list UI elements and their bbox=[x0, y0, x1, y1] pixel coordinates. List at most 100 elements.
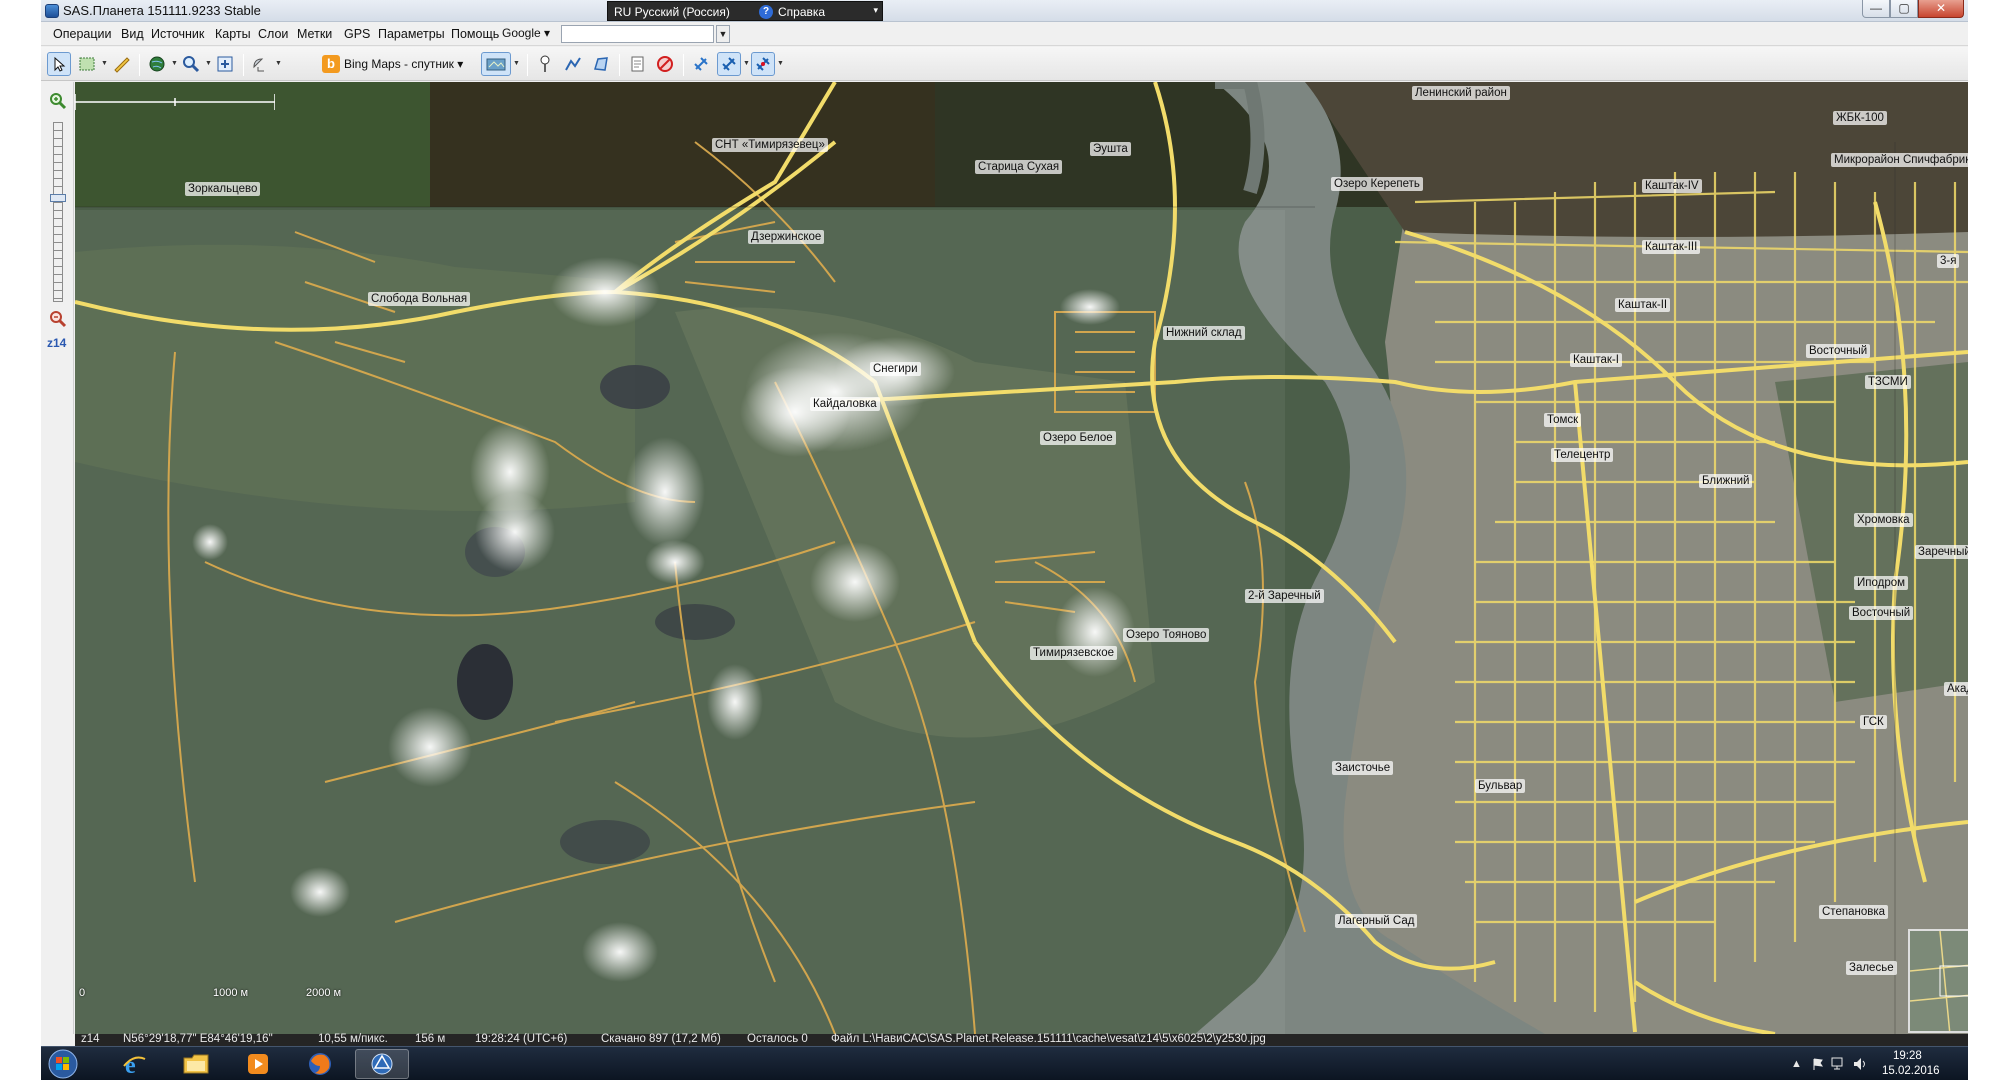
taskbar-internet-explorer[interactable]: e bbox=[107, 1049, 161, 1079]
place-label: Восточный bbox=[1849, 606, 1914, 620]
select-tool-button[interactable] bbox=[47, 52, 71, 76]
gps-satellite-icon bbox=[694, 57, 708, 71]
hide-placemarks-button[interactable] bbox=[653, 52, 677, 76]
zoom-tool-dropdown-icon[interactable]: ▼ bbox=[205, 60, 212, 67]
zoom-panel: z14 bbox=[41, 82, 74, 1034]
taskbar-clock-date[interactable]: 15.02.2016 bbox=[1882, 1065, 1940, 1077]
zoom-level-label: z14 bbox=[47, 336, 67, 350]
gps-track-icon bbox=[722, 57, 736, 71]
magnifier-icon bbox=[183, 56, 200, 73]
language-bar-options-icon[interactable]: ▾ bbox=[873, 5, 878, 16]
taskbar-explorer[interactable] bbox=[169, 1049, 223, 1079]
placemark-pin-icon bbox=[540, 55, 550, 72]
placemarks-manager-button[interactable] bbox=[625, 52, 649, 76]
scale-label-end: 2000 м bbox=[306, 987, 342, 999]
region-select-button[interactable] bbox=[75, 52, 99, 76]
language-indicator[interactable]: RU Русский (Россия) bbox=[614, 5, 730, 19]
menu-marks[interactable]: Метки bbox=[297, 27, 332, 41]
add-path-button[interactable] bbox=[561, 52, 585, 76]
place-label: Каштак-I bbox=[1570, 353, 1622, 367]
status-zoom: z14 bbox=[81, 1033, 100, 1045]
place-label: СНТ «Тимирязевец» bbox=[712, 138, 828, 152]
place-label: Степановка bbox=[1819, 905, 1888, 919]
place-label: Дзержинское bbox=[748, 230, 825, 244]
layers-button[interactable] bbox=[481, 52, 511, 76]
title-bar[interactable]: SAS.Планета 151111.9233 Stable RU Русски… bbox=[41, 0, 1968, 22]
place-label: Снегири bbox=[870, 362, 921, 376]
satellite-dish-icon bbox=[253, 58, 264, 72]
help-icon[interactable]: ? bbox=[759, 5, 773, 19]
layers-dropdown-icon[interactable]: ▼ bbox=[513, 60, 520, 67]
taskbar-sas-planet[interactable] bbox=[355, 1049, 409, 1079]
search-input[interactable] bbox=[561, 25, 714, 43]
globe-dropdown-icon[interactable]: ▼ bbox=[171, 60, 178, 67]
menu-source[interactable]: Источник bbox=[151, 27, 204, 41]
maximize-button[interactable]: ▢ bbox=[1890, 0, 1918, 18]
globe-button[interactable] bbox=[145, 52, 169, 76]
place-label: Телецентр bbox=[1551, 448, 1614, 462]
bing-maps-icon[interactable]: b bbox=[322, 55, 340, 73]
network-icon[interactable] bbox=[1831, 1057, 1847, 1071]
gps-connect-button[interactable] bbox=[689, 52, 713, 76]
gps-track-button[interactable] bbox=[717, 52, 741, 76]
add-placemark-button[interactable] bbox=[533, 52, 557, 76]
help-button[interactable]: Справка bbox=[778, 5, 825, 19]
place-label: 3-я bbox=[1937, 254, 1960, 268]
placemarks-list-icon bbox=[631, 56, 644, 72]
status-downloaded: Скачано 897 (17,2 Мб) bbox=[601, 1033, 721, 1045]
menu-layers[interactable]: Слои bbox=[258, 27, 288, 41]
place-label: Озеро Тояново bbox=[1123, 628, 1210, 642]
scale-bar bbox=[75, 94, 275, 110]
status-remaining: Осталось 0 bbox=[747, 1033, 808, 1045]
gps-center-dropdown-icon[interactable]: ▼ bbox=[777, 60, 784, 67]
ruler-button[interactable] bbox=[109, 52, 133, 76]
start-button[interactable] bbox=[43, 1048, 83, 1080]
mini-map[interactable] bbox=[1908, 929, 1968, 1033]
action-center-flag-icon[interactable] bbox=[1811, 1057, 1825, 1071]
taskbar-clock-time[interactable]: 19:28 bbox=[1893, 1050, 1922, 1062]
taskbar-firefox[interactable] bbox=[293, 1049, 347, 1079]
zoom-slider-thumb[interactable] bbox=[50, 194, 66, 202]
place-label: ЖБК-100 bbox=[1833, 111, 1887, 125]
gps-track-dropdown-icon[interactable]: ▼ bbox=[743, 60, 750, 67]
menu-gps[interactable]: GPS bbox=[344, 27, 370, 41]
minimize-button[interactable]: — bbox=[1862, 0, 1890, 18]
place-label: Каштак-IV bbox=[1642, 179, 1702, 193]
place-label: Заисточье bbox=[1332, 761, 1394, 775]
close-button[interactable]: ✕ bbox=[1918, 0, 1964, 18]
menu-view[interactable]: Вид bbox=[121, 27, 144, 41]
gps-center-icon bbox=[756, 57, 770, 71]
zoom-out-icon[interactable] bbox=[49, 310, 67, 328]
add-polygon-button[interactable] bbox=[589, 52, 613, 76]
ruler-icon bbox=[114, 57, 130, 73]
map-source-dropdown[interactable]: Bing Maps - спутник ▾ bbox=[344, 57, 463, 71]
language-bar[interactable]: RU Русский (Россия) ? Справка ▾ bbox=[607, 1, 883, 21]
app-globe-icon bbox=[45, 4, 59, 18]
zoom-in-icon[interactable] bbox=[49, 92, 67, 110]
scale-label-mid: 1000 м bbox=[213, 987, 249, 999]
zoom-slider-track[interactable] bbox=[53, 122, 63, 302]
region-select-dropdown-icon[interactable]: ▼ bbox=[101, 60, 108, 67]
map-viewport[interactable]: Ленинский район ЖБК-100 Микрорайон Спичф… bbox=[75, 82, 1968, 1034]
search-dropdown-button[interactable]: ▼ bbox=[716, 25, 730, 43]
place-label: Слобода Вольная bbox=[368, 292, 471, 306]
fullscreen-button[interactable] bbox=[213, 52, 237, 76]
windows-taskbar: e ▲ 19:28 15.02.2016 bbox=[41, 1046, 1968, 1080]
menu-operations[interactable]: Операции bbox=[53, 27, 111, 41]
search-provider-dropdown[interactable]: Google ▾ bbox=[502, 26, 550, 40]
menu-bar: Операции Вид Источник Карты Слои Метки G… bbox=[41, 22, 1968, 46]
gps-center-button[interactable] bbox=[751, 52, 775, 76]
zoom-tool-button[interactable] bbox=[179, 52, 203, 76]
volume-icon[interactable] bbox=[1853, 1057, 1869, 1071]
status-file-path: Файл L:\НавиСАС\SAS.Planet.Release.15111… bbox=[831, 1033, 1266, 1045]
tray-show-hidden-icon[interactable]: ▲ bbox=[1791, 1058, 1802, 1070]
path-icon bbox=[565, 57, 581, 71]
folder-icon bbox=[183, 1054, 209, 1074]
menu-settings[interactable]: Параметры bbox=[378, 27, 445, 41]
satellite-source-button[interactable] bbox=[249, 52, 273, 76]
taskbar-media-player[interactable] bbox=[231, 1049, 285, 1079]
polygon-icon bbox=[594, 57, 608, 71]
satellite-source-dropdown-icon[interactable]: ▼ bbox=[275, 60, 282, 67]
menu-help[interactable]: Помощь bbox=[451, 27, 499, 41]
menu-maps[interactable]: Карты bbox=[215, 27, 251, 41]
